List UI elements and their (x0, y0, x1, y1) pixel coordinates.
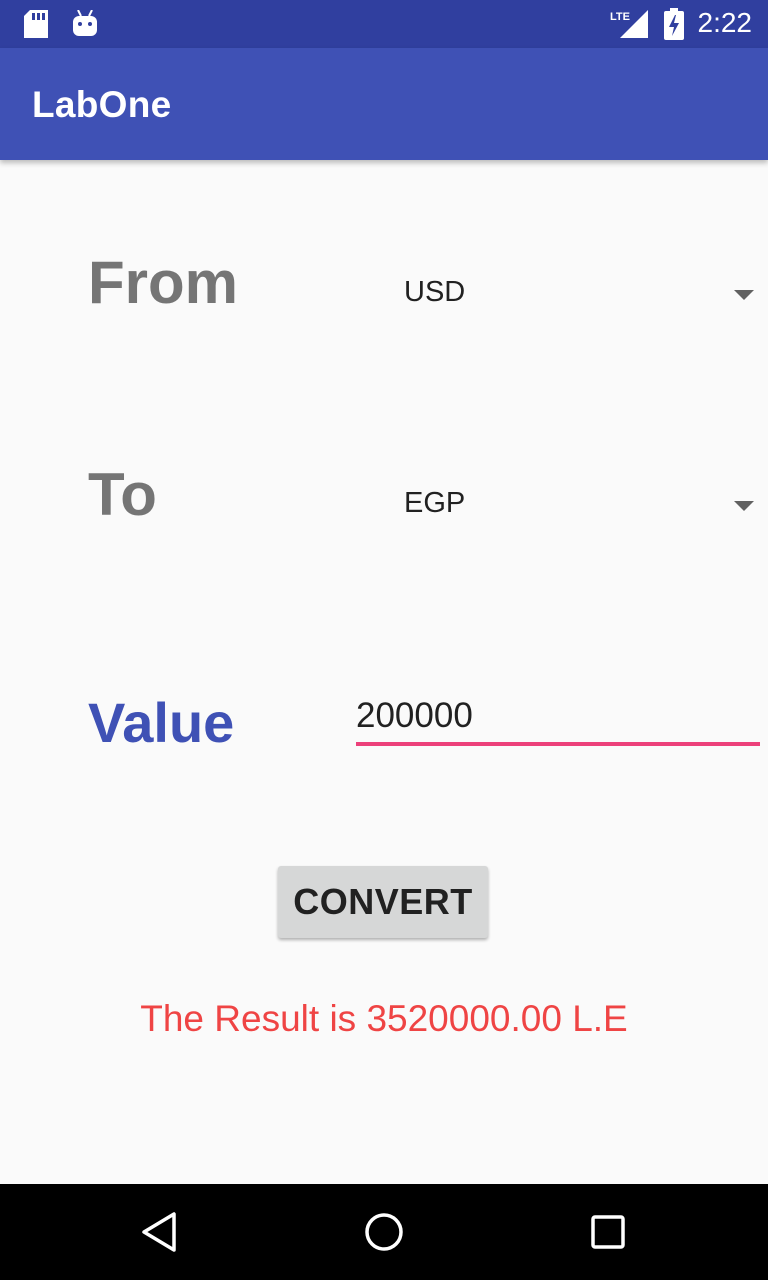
app-bar: LabOne (0, 48, 768, 160)
from-label: From (88, 249, 238, 316)
lte-signal-icon: LTE (610, 8, 650, 45)
home-icon[interactable] (362, 1210, 406, 1254)
back-icon[interactable] (138, 1210, 182, 1254)
status-bar: LTE 2:22 (0, 0, 768, 48)
navigation-bar (0, 1184, 768, 1280)
value-input[interactable] (356, 690, 760, 746)
dropdown-arrow-icon (734, 501, 754, 511)
recents-icon[interactable] (586, 1210, 630, 1254)
to-currency-spinner[interactable]: EGP (372, 475, 768, 539)
app-title: LabOne (32, 84, 172, 125)
result-text: The Result is 3520000.00 L.E (140, 998, 628, 1039)
android-icon (72, 9, 98, 43)
status-time: 2:22 (697, 7, 753, 38)
value-label: Value (88, 691, 235, 754)
dropdown-arrow-icon (734, 290, 754, 300)
convert-button[interactable]: CONVERT (278, 866, 488, 938)
from-currency-spinner[interactable]: USD (372, 264, 768, 328)
to-currency-value: EGP (404, 487, 466, 519)
svg-text:LTE: LTE (610, 11, 630, 23)
to-label: To (88, 461, 157, 528)
from-currency-value: USD (404, 276, 466, 308)
battery-charging-icon (664, 8, 684, 45)
sd-card-icon (24, 10, 48, 43)
